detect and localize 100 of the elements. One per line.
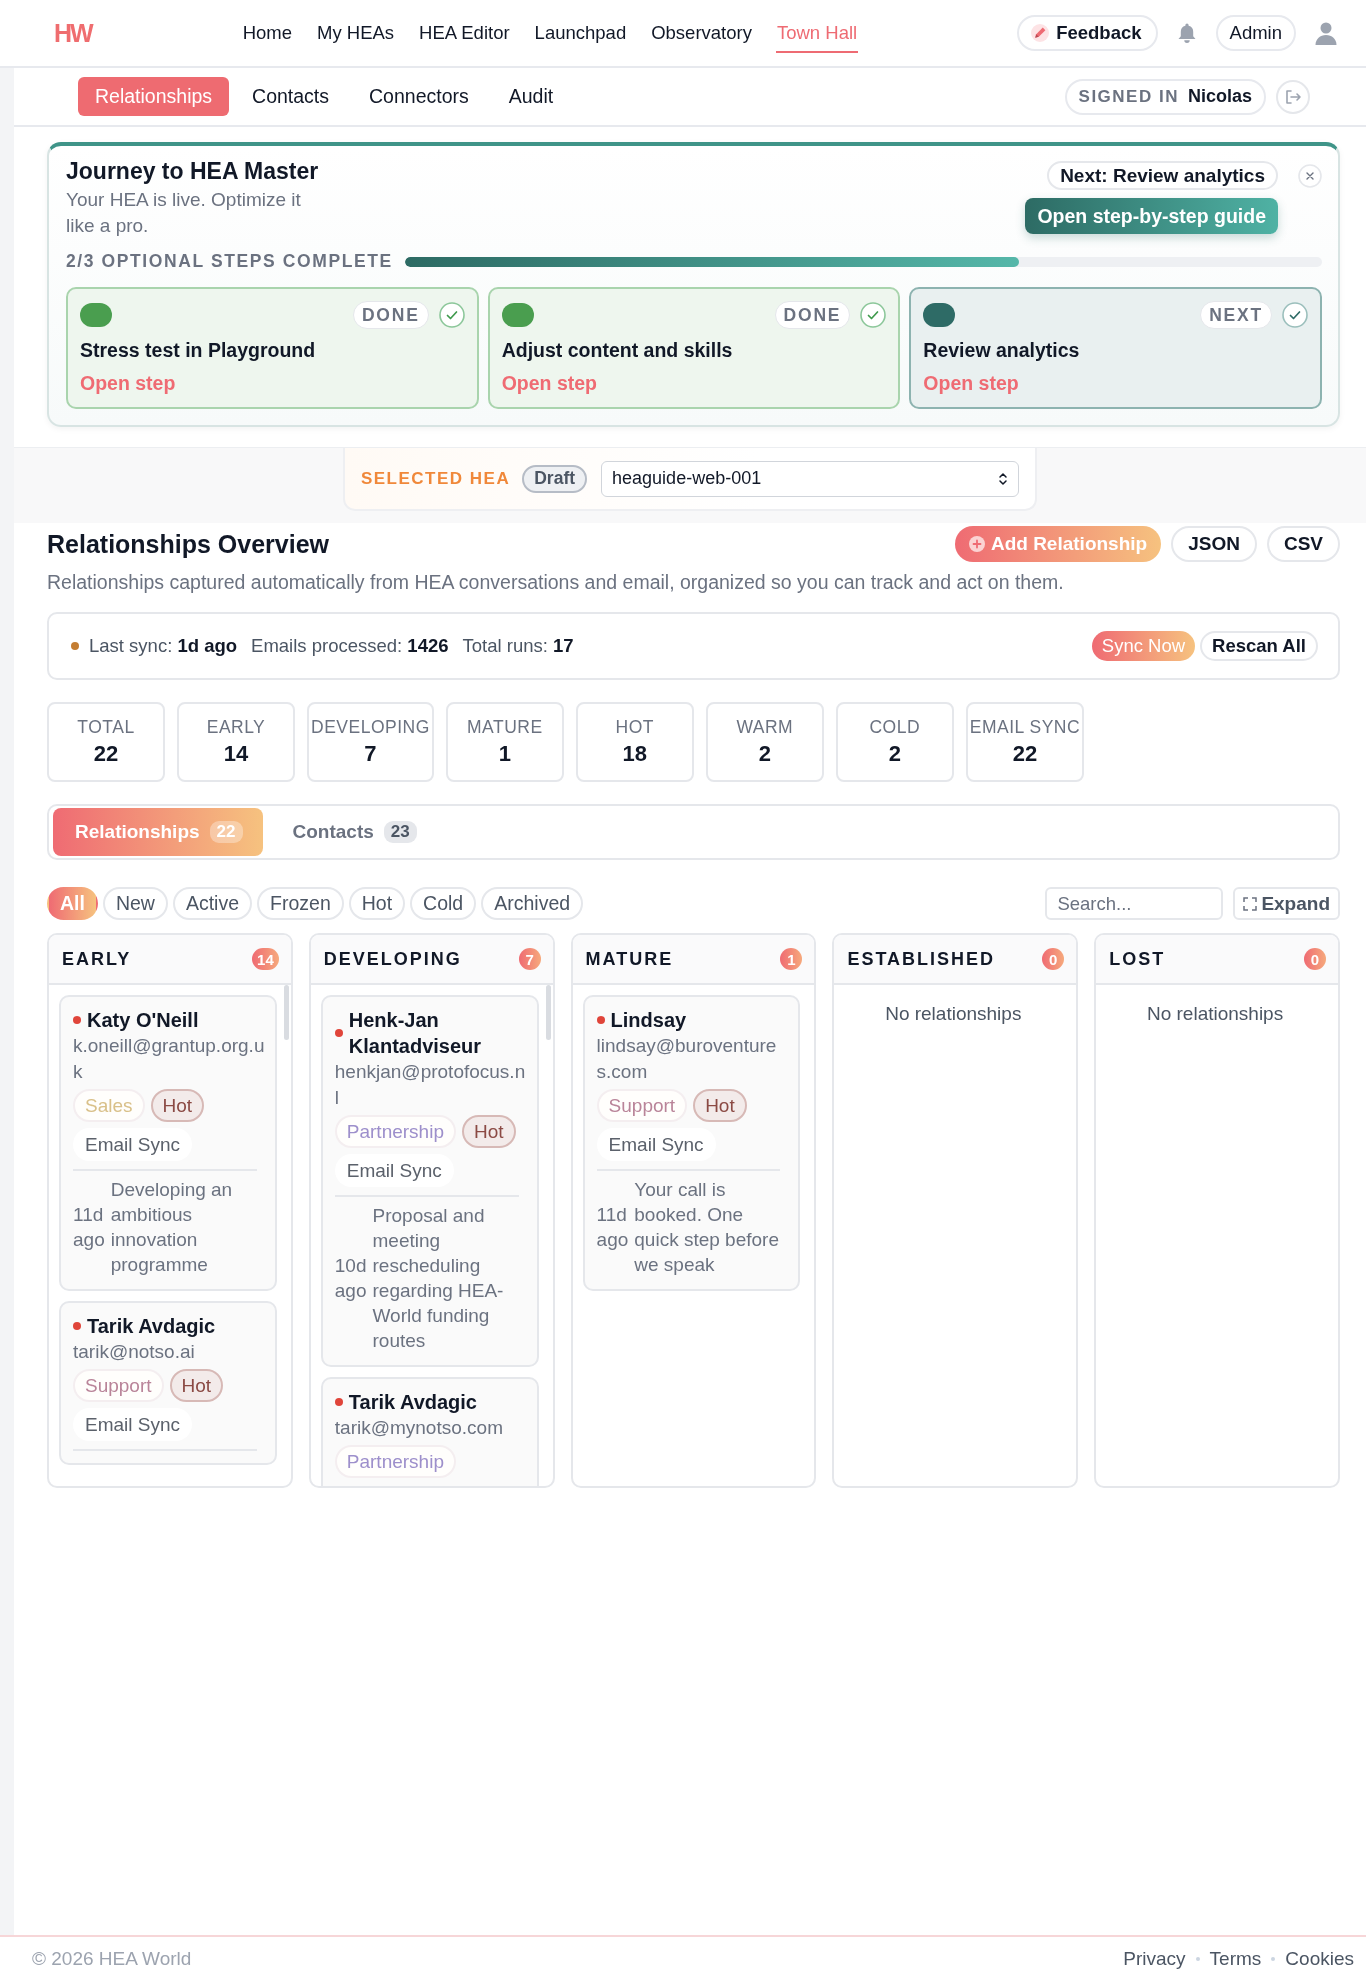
- tag: Email Sync: [596, 1128, 716, 1161]
- check-icon: [1282, 302, 1308, 328]
- user-icon[interactable]: [1314, 21, 1338, 45]
- status-indicator-icon: [501, 303, 534, 327]
- count-badge: 7: [518, 948, 541, 970]
- scrollbar-thumb[interactable]: [545, 985, 551, 1040]
- contact-card[interactable]: Lindsay lindsay@buroventures.com Support Hot Email Sync 11d ago Your call is booked. One quick step before we speak: [582, 995, 801, 1291]
- step-status-badge: DONE: [352, 301, 429, 329]
- contact-card[interactable]: Katy O'Neill k.oneill@grantup.org.uk Sales Hot Email Sync 11d ago Developing an ambitious innovation programme: [59, 995, 277, 1291]
- check-icon: [438, 302, 465, 328]
- count-badge: 1: [780, 948, 803, 970]
- card-note: Your call is booked. One quick step before we speak: [634, 1178, 780, 1277]
- stat-label: TOTAL: [77, 717, 135, 738]
- contact-name: Tarik Avdagic: [348, 1390, 477, 1415]
- time-ago: 10d ago: [334, 1254, 367, 1303]
- tag: Email Sync: [334, 1154, 454, 1187]
- filter-chip[interactable]: Cold: [410, 887, 477, 920]
- count-badge: 0: [1042, 948, 1065, 970]
- stat-label: EMAIL SYNC: [969, 717, 1081, 738]
- count-badge: 0: [1304, 948, 1326, 970]
- selected-hea-label: SELECTED HEA: [360, 468, 511, 489]
- footer-link[interactable]: Privacy: [1123, 1947, 1186, 1970]
- stat-label: HOT: [615, 717, 654, 738]
- stat-value: 22: [1012, 741, 1038, 767]
- export-button[interactable]: JSON: [1171, 526, 1257, 562]
- filter-chip[interactable]: New: [102, 887, 168, 920]
- empty-state-text: No relationships: [884, 1003, 1023, 1025]
- plus-icon: [968, 536, 985, 552]
- guide-button[interactable]: Open step-by-step guide: [1025, 198, 1278, 234]
- sub-tab[interactable]: Contacts: [235, 77, 347, 116]
- sync-stat: Emails processed: 1426: [251, 635, 449, 657]
- hea-select[interactable]: heaguide-web-001: [601, 460, 1020, 497]
- filter-chip[interactable]: Active: [172, 887, 253, 920]
- tag: Support: [596, 1089, 688, 1122]
- export-button[interactable]: CSV: [1266, 526, 1340, 562]
- stat-value: 18: [622, 741, 648, 767]
- copyright-text: © 2026 HEA World: [32, 1947, 192, 1970]
- contact-name: Lindsay: [610, 1008, 687, 1033]
- count-badge: 23: [383, 821, 417, 843]
- sync-stat: Total runs: 17: [462, 635, 574, 657]
- status-dot-icon: [71, 642, 79, 650]
- step-status-badge: NEXT: [1200, 301, 1272, 329]
- nav-link[interactable]: HEA Editor: [418, 13, 511, 53]
- tag: Partnership: [334, 1115, 456, 1148]
- stat-value: 14: [223, 741, 249, 767]
- tag: Hot: [150, 1089, 205, 1122]
- contact-name: Katy O'Neill: [87, 1008, 199, 1033]
- expand-icon: [1243, 896, 1258, 911]
- tag: Hot: [461, 1115, 516, 1148]
- count-badge: 14: [252, 948, 279, 970]
- nav-link[interactable]: Observatory: [650, 13, 753, 53]
- expand-button[interactable]: Expand: [1233, 887, 1340, 920]
- next-step-label: Next: Review analytics: [1047, 161, 1278, 190]
- stat-value: 7: [364, 741, 377, 767]
- tag: Hot: [169, 1369, 224, 1402]
- footer-link[interactable]: Cookies: [1285, 1947, 1354, 1970]
- feedback-button[interactable]: Feedback: [1017, 15, 1158, 51]
- sub-tab[interactable]: Audit: [491, 77, 571, 116]
- stat-label: WARM: [736, 717, 794, 738]
- column-title: MATURE: [585, 948, 674, 970]
- filter-chip[interactable]: Frozen: [257, 887, 344, 920]
- user-name: Nicolas: [1187, 86, 1252, 107]
- filter-chip[interactable]: Archived: [481, 887, 584, 920]
- tag: Sales: [73, 1089, 145, 1122]
- logout-icon[interactable]: [1276, 79, 1310, 114]
- stat-label: EARLY: [206, 717, 266, 738]
- contact-email: lindsay@buroventures.com: [596, 1034, 778, 1084]
- step-status-badge: DONE: [774, 301, 851, 329]
- signed-in-label: SIGNED IN: [1078, 86, 1179, 107]
- journey-title: Journey to HEA Master: [66, 158, 320, 185]
- stat-label: DEVELOPING: [311, 717, 430, 738]
- account-button[interactable]: Admin: [1215, 15, 1296, 51]
- count-badge: 22: [209, 821, 243, 843]
- check-icon: [860, 302, 887, 328]
- step-title: Review analytics: [923, 338, 1081, 362]
- time-ago: 11d ago: [596, 1203, 629, 1252]
- tag: Partnership: [334, 1445, 456, 1478]
- footer-link[interactable]: Terms: [1209, 1947, 1262, 1970]
- search-field[interactable]: Search...: [1045, 887, 1224, 920]
- column-title: DEVELOPING: [323, 948, 462, 970]
- nav-link[interactable]: Home: [241, 13, 293, 53]
- filter-chip[interactable]: Hot: [348, 887, 406, 920]
- tag: Email Sync: [73, 1408, 193, 1441]
- view-tab[interactable]: Contacts 23: [270, 808, 437, 856]
- contact-email: k.oneill@grantup.org.uk: [73, 1034, 265, 1084]
- nav-link[interactable]: My HEAs: [316, 13, 396, 53]
- contact-card[interactable]: Tarik Avdagic tarik@notso.ai Support Hot Email Sync: [59, 1301, 277, 1465]
- stat-label: MATURE: [467, 717, 543, 738]
- contact-card[interactable]: Henk-Jan Klantadviseur henkjan@protofocus.nl Partnership Hot Email Sync 10d ago Proposal and meeting rescheduling regarding HEA-World funding routes: [320, 995, 539, 1367]
- tag: Email Sync: [73, 1128, 193, 1161]
- nav-link[interactable]: Launchpad: [533, 13, 628, 53]
- sub-tab[interactable]: Connectors: [352, 77, 486, 116]
- contact-card[interactable]: Tarik Avdagic tarik@mynotso.com Partnership: [320, 1377, 539, 1486]
- tag: Hot: [693, 1089, 747, 1122]
- empty-state-text: No relationships: [1145, 1003, 1285, 1025]
- stat-label: COLD: [869, 717, 921, 738]
- card-note: Proposal and meeting rescheduling regarding HEA-World funding routes: [372, 1204, 505, 1353]
- scrollbar-thumb[interactable]: [283, 985, 289, 1040]
- rescan-button[interactable]: Rescan All: [1200, 631, 1318, 661]
- close-icon[interactable]: [1298, 163, 1322, 188]
